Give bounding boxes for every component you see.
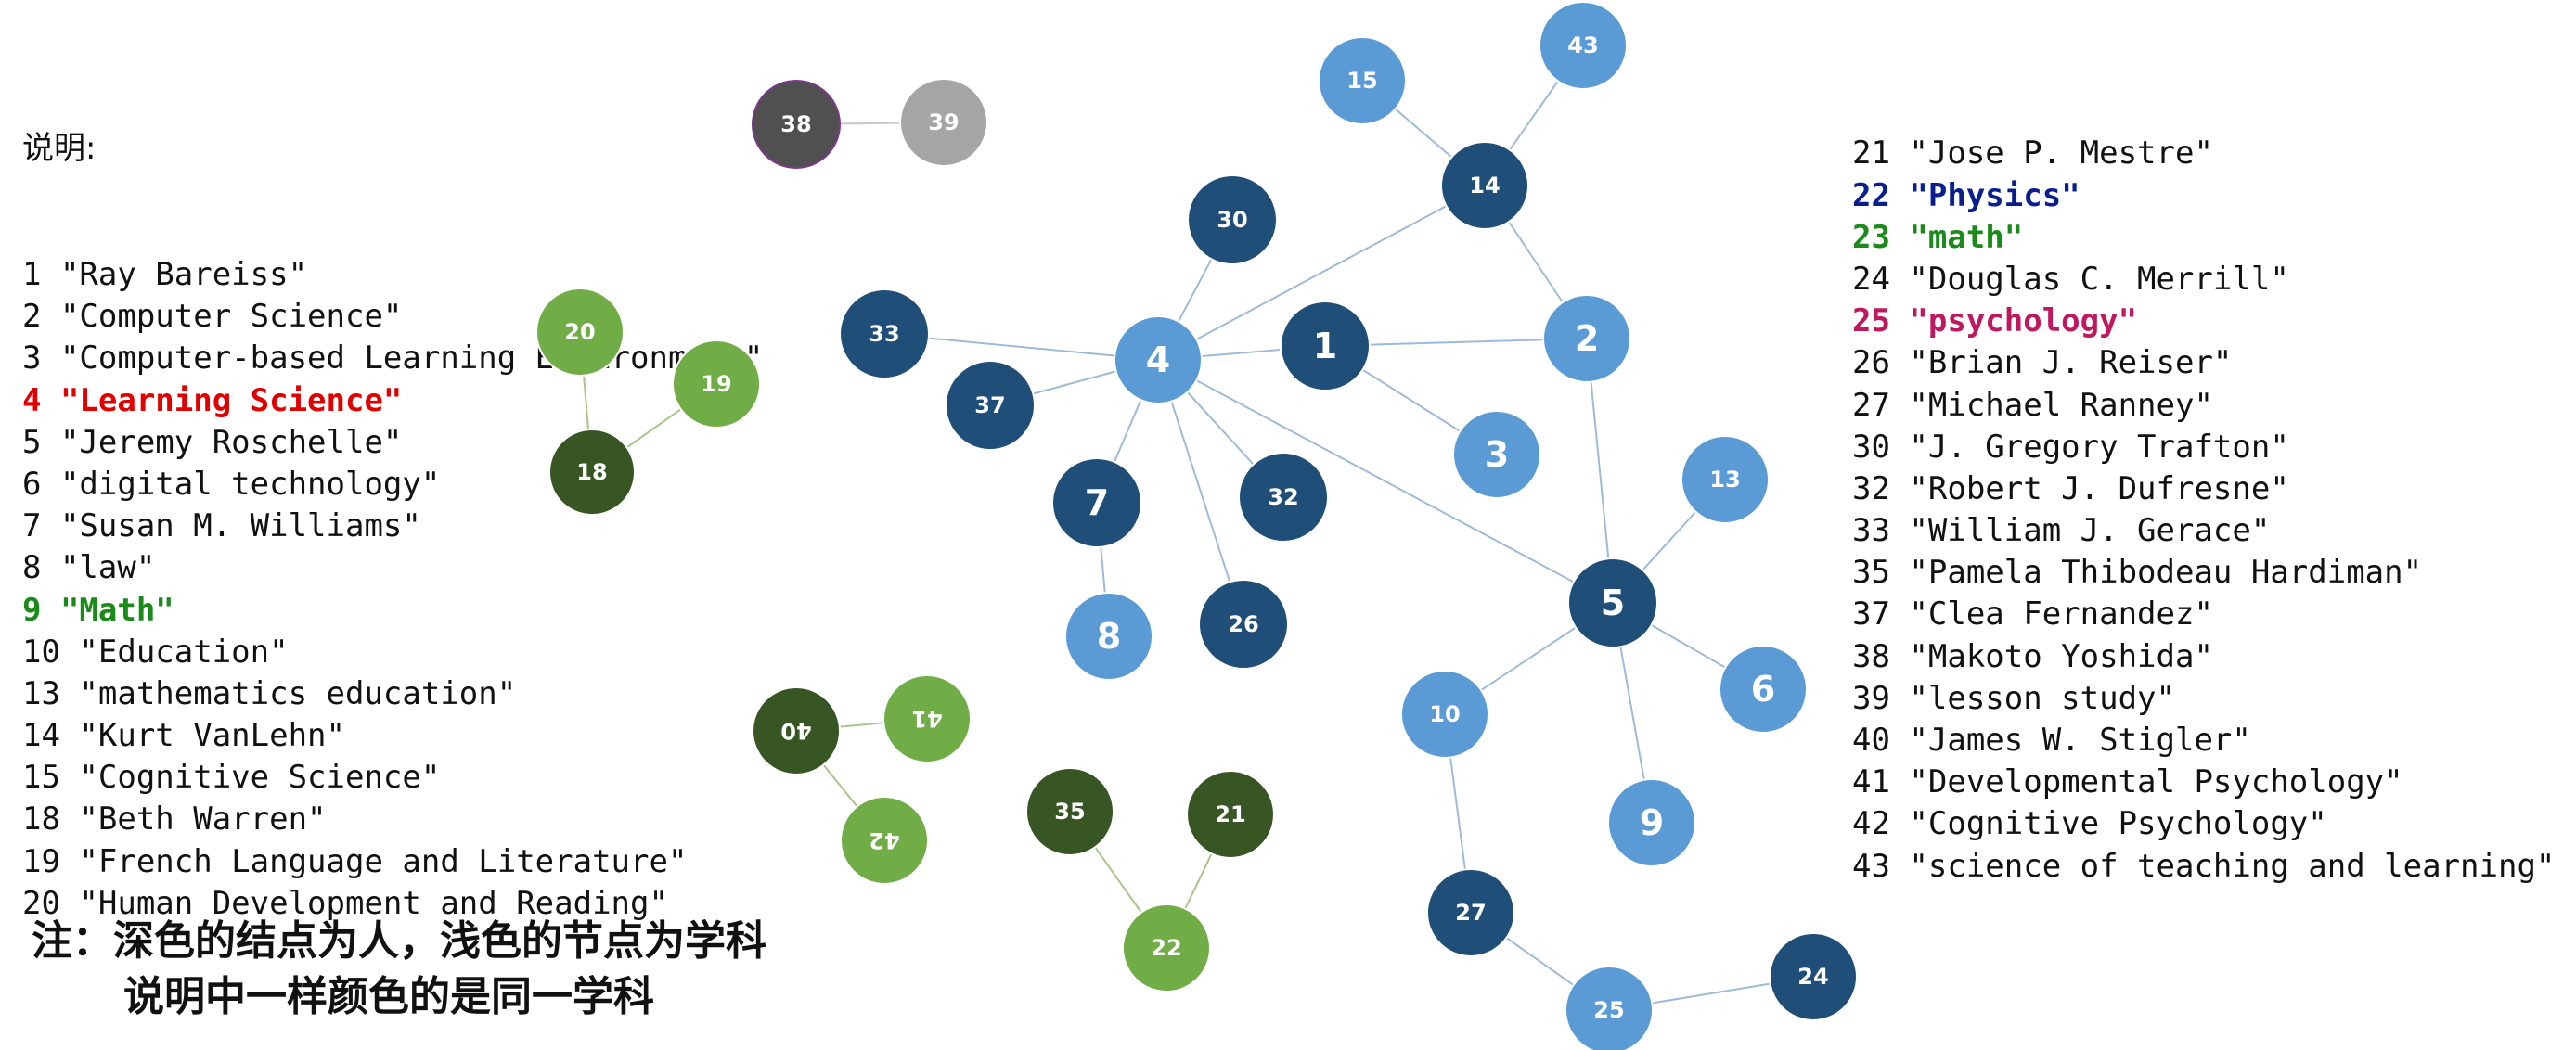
node-4[interactable]: 4 [1114,315,1203,404]
node-26[interactable]: 26 [1198,579,1289,670]
note-line-2: 说明中一样颜色的是同一学科 [123,973,654,1020]
node-1[interactable]: 1 [1280,301,1371,391]
node-43[interactable]: 43 [1539,1,1628,90]
node-13[interactable]: 13 [1681,435,1770,524]
node-label: 14 [1469,173,1500,198]
node-label: 26 [1228,611,1258,637]
node-27[interactable]: 27 [1426,868,1515,957]
node-21[interactable]: 21 [1186,770,1275,859]
node-label: 9 [1640,802,1664,843]
node-label: 15 [1346,68,1377,94]
node-6[interactable]: 6 [1719,645,1808,734]
node-label: 32 [1268,484,1298,510]
node-30[interactable]: 30 [1187,174,1278,265]
node-19[interactable]: 19 [672,339,761,429]
node-38[interactable]: 38 [752,80,841,169]
edge-4-5 [1157,359,1614,604]
node-5[interactable]: 5 [1567,557,1658,648]
node-40[interactable]: 40 [752,686,841,775]
node-label: 7 [1085,482,1109,523]
node-15[interactable]: 15 [1318,36,1407,125]
node-10[interactable]: 10 [1400,670,1489,759]
node-label: 39 [928,109,959,135]
node-25[interactable]: 25 [1565,966,1654,1050]
node-label: 33 [869,321,899,347]
node-label: 21 [1215,801,1245,827]
node-7[interactable]: 7 [1051,457,1142,548]
node-label: 41 [911,706,942,732]
node-label: 25 [1593,997,1624,1023]
node-label: 8 [1097,616,1121,657]
edges-layer [579,45,1814,1011]
note-line-1: 注：深色的结点为人，浅色的节点为学科 [32,917,766,965]
node-label: 35 [1054,799,1085,825]
node-label: 5 [1601,583,1625,623]
node-37[interactable]: 37 [945,360,1036,451]
note: 注：深色的结点为人，浅色的节点为学科 说明中一样颜色的是同一学科 [32,914,766,1025]
node-label: 40 [780,718,811,744]
node-label: 2 [1575,318,1599,359]
node-label: 3 [1485,434,1509,475]
node-label: 1 [1313,326,1337,366]
node-label: 18 [576,459,607,485]
node-label: 19 [701,371,731,397]
node-label: 42 [869,827,899,853]
node-32[interactable]: 32 [1238,452,1329,543]
node-label: 13 [1709,467,1740,493]
node-20[interactable]: 20 [535,288,625,377]
node-14[interactable]: 14 [1440,141,1529,230]
node-8[interactable]: 8 [1064,592,1153,681]
node-label: 30 [1217,207,1247,233]
node-label: 38 [780,111,811,137]
node-41[interactable]: 41 [882,674,972,763]
node-label: 43 [1567,32,1598,58]
node-label: 4 [1146,339,1170,380]
node-42[interactable]: 42 [840,796,929,885]
nodes-layer: 1 2 3 4 5 6 7 8 9 10 13 14 15 24 25 26 27 30 32 33 37 43 18 19 2… [535,1,1858,1050]
node-35[interactable]: 35 [1025,767,1114,856]
node-33[interactable]: 33 [839,288,930,379]
node-22[interactable]: 22 [1122,903,1211,992]
node-39[interactable]: 39 [899,78,988,167]
node-label: 27 [1455,900,1486,926]
node-label: 20 [564,319,595,345]
node-label: 6 [1751,669,1775,710]
node-18[interactable]: 18 [548,429,636,516]
node-24[interactable]: 24 [1769,932,1858,1021]
node-label: 10 [1429,701,1460,727]
network-graph: 1 2 3 4 5 6 7 8 9 10 13 14 15 24 25 26 27 30 32 33 37 43 18 19 2… [535,1,1858,1050]
node-3[interactable]: 3 [1452,410,1541,499]
node-label: 24 [1797,964,1828,990]
node-label: 22 [1151,935,1181,961]
node-2[interactable]: 2 [1542,294,1631,383]
node-9[interactable]: 9 [1607,778,1696,867]
node-label: 37 [974,392,1005,418]
